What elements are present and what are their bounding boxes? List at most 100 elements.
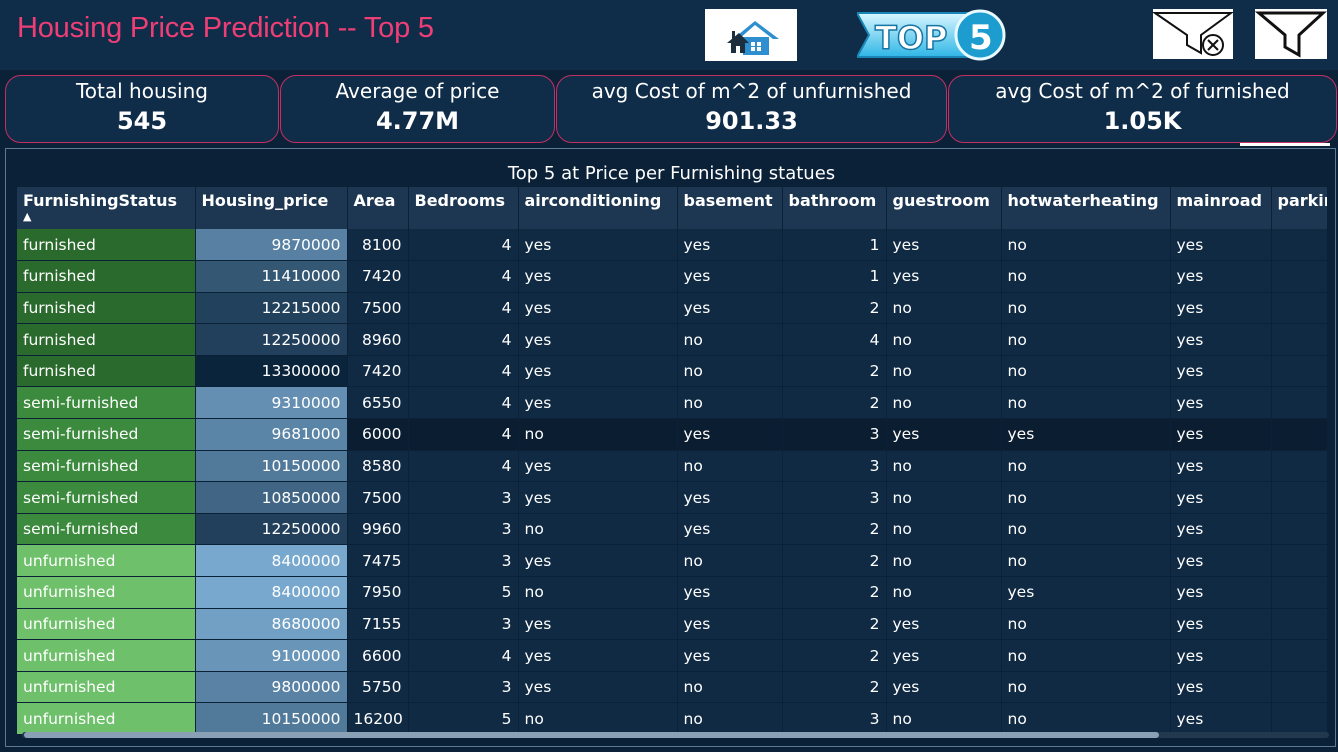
cell-mainroad: yes — [1170, 260, 1272, 293]
cell-hotwaterheating: no — [1001, 481, 1171, 514]
cell-mainroad: yes — [1170, 671, 1272, 704]
clear-filters-button[interactable] — [1151, 9, 1235, 59]
cell-furnishingstatus: furnished — [17, 355, 196, 388]
cell-furnishingstatus: semi-furnished — [17, 386, 196, 420]
top5-logo-text: TOP — [875, 19, 947, 57]
cell-basement: yes — [677, 418, 783, 451]
cell-basement: no — [677, 355, 783, 388]
table-row[interactable]: unfurnished 8400000 7950 5 no yes 2 no yes yes — [17, 576, 1327, 609]
cell-area: 8580 — [347, 450, 409, 483]
cell-bathroom: 2 — [782, 639, 887, 672]
cell-bathroom: 3 — [782, 702, 887, 735]
cell-hotwaterheating: no — [1001, 386, 1171, 420]
cell-mainroad: yes — [1170, 386, 1272, 420]
table-row[interactable]: furnished 11410000 7420 4 yes yes 1 yes no yes — [17, 260, 1327, 293]
column-header-bedrooms[interactable]: Bedrooms — [408, 187, 519, 229]
cell-bedrooms: 4 — [408, 260, 519, 293]
cell-guestroom: no — [886, 544, 1002, 578]
table-row[interactable]: semi-furnished 10150000 8580 4 yes no 3 no no yes — [17, 450, 1327, 483]
table-title: Top 5 at Price per Furnishing statues — [507, 163, 836, 184]
cell-area: 7155 — [347, 608, 409, 641]
cell-airconditioning: no — [518, 702, 678, 735]
table-row[interactable]: furnished 13300000 7420 4 yes no 2 no no yes — [17, 355, 1327, 388]
cell-mainroad: yes — [1170, 702, 1272, 735]
table-header-row: FurnishingStatus ▲ Housing_price Area Bedroo… — [17, 187, 1327, 229]
cell-bedrooms: 3 — [408, 544, 519, 578]
cell-hotwaterheating: no — [1001, 229, 1171, 262]
cell-hotwaterheating: no — [1001, 702, 1171, 735]
column-header-basement[interactable]: basement — [677, 187, 783, 229]
cell-furnishingstatus: unfurnished — [17, 544, 196, 578]
cell-area: 7475 — [347, 544, 409, 578]
cell-hotwaterheating: no — [1001, 260, 1171, 293]
cell-airconditioning: yes — [518, 229, 678, 262]
cell-furnishingstatus: semi-furnished — [17, 481, 196, 514]
cell-furnishingstatus: furnished — [17, 292, 196, 325]
cell-bathroom: 2 — [782, 386, 887, 420]
cell-basement: yes — [677, 513, 783, 546]
table-row[interactable]: unfurnished 8400000 7475 3 yes no 2 no no yes — [17, 544, 1327, 578]
cell-bedrooms: 4 — [408, 355, 519, 388]
scrollbar-thumb[interactable] — [24, 732, 1159, 738]
column-header-furnishingstatus[interactable]: FurnishingStatus ▲ — [17, 187, 196, 229]
cell-area: 6600 — [347, 639, 409, 672]
cell-bathroom: 2 — [782, 544, 887, 578]
filter-button[interactable] — [1254, 9, 1327, 59]
cell-housing_price: 9681000 — [195, 418, 348, 451]
cell-housing_price: 10150000 — [195, 702, 348, 735]
cell-area: 7420 — [347, 260, 409, 293]
table-row[interactable]: unfurnished 8680000 7155 3 yes yes 2 yes no yes — [17, 608, 1327, 641]
cell-hotwaterheating: no — [1001, 323, 1171, 356]
cell-area: 16200 — [347, 702, 409, 735]
cell-airconditioning: yes — [518, 608, 678, 641]
data-table: FurnishingStatus ▲ Housing_price Area Bedroo… — [17, 187, 1327, 735]
column-header-label: Area — [353, 191, 396, 210]
table-row[interactable]: unfurnished 9100000 6600 4 yes yes 2 yes no yes — [17, 639, 1327, 672]
cell-bathroom: 2 — [782, 292, 887, 325]
horizontal-scrollbar[interactable] — [22, 732, 1329, 738]
cell-housing_price: 13300000 — [195, 355, 348, 388]
table-row[interactable]: semi-furnished 12250000 9960 3 no yes 2 no no yes — [17, 513, 1327, 546]
table-row[interactable]: unfurnished 10150000 16200 5 no no 3 no no yes — [17, 702, 1327, 735]
cell-parking — [1271, 418, 1327, 451]
cell-guestroom: yes — [886, 671, 1002, 704]
column-header-hotwaterheating[interactable]: hotwaterheating — [1001, 187, 1171, 229]
table-row[interactable]: unfurnished 9800000 5750 3 yes no 2 yes no yes — [17, 671, 1327, 704]
cell-bedrooms: 3 — [408, 513, 519, 546]
column-header-parking[interactable]: parking — [1271, 187, 1327, 229]
table-row[interactable]: semi-furnished 9681000 6000 4 no yes 3 yes yes ye… — [17, 418, 1327, 451]
table-scroll-area[interactable]: FurnishingStatus ▲ Housing_price Area Bedroo… — [17, 187, 1327, 735]
cell-parking — [1271, 671, 1327, 704]
table-row[interactable]: furnished 9870000 8100 4 yes yes 1 yes no yes — [17, 229, 1327, 262]
table-row[interactable]: furnished 12215000 7500 4 yes yes 2 no no yes — [17, 292, 1327, 325]
cell-guestroom: yes — [886, 229, 1002, 262]
cell-mainroad: yes — [1170, 355, 1272, 388]
cell-furnishingstatus: semi-furnished — [17, 450, 196, 483]
column-header-guestroom[interactable]: guestroom — [886, 187, 1002, 229]
column-header-airconditioning[interactable]: airconditioning — [518, 187, 678, 229]
cell-airconditioning: yes — [518, 671, 678, 704]
column-header-mainroad[interactable]: mainroad — [1170, 187, 1272, 229]
table-row[interactable]: furnished 12250000 8960 4 yes no 4 no no yes — [17, 323, 1327, 356]
cell-area: 8960 — [347, 323, 409, 356]
table-row[interactable]: semi-furnished 9310000 6550 4 yes no 2 no no yes — [17, 386, 1327, 420]
table-row[interactable]: semi-furnished 10850000 7500 3 yes yes 3 no no ye… — [17, 481, 1327, 514]
kpi-value: 901.33 — [705, 107, 798, 135]
cell-mainroad: yes — [1170, 481, 1272, 514]
column-header-housing_price[interactable]: Housing_price — [195, 187, 348, 229]
column-header-bathroom[interactable]: bathroom — [782, 187, 887, 229]
cell-hotwaterheating: no — [1001, 671, 1171, 704]
cell-area: 6550 — [347, 386, 409, 420]
cell-furnishingstatus: unfurnished — [17, 576, 196, 609]
cell-mainroad: yes — [1170, 639, 1272, 672]
cell-hotwaterheating: no — [1001, 513, 1171, 546]
cell-parking — [1271, 702, 1327, 735]
column-header-label: guestroom — [892, 191, 990, 210]
header-bar: Housing Price Prediction -- Top 5 TOP 5 — [0, 0, 1338, 70]
cell-bedrooms: 4 — [408, 418, 519, 451]
column-header-label: bathroom — [788, 191, 877, 210]
cell-bedrooms: 3 — [408, 481, 519, 514]
column-header-area[interactable]: Area — [347, 187, 409, 229]
cell-basement: yes — [677, 608, 783, 641]
cell-area: 9960 — [347, 513, 409, 546]
